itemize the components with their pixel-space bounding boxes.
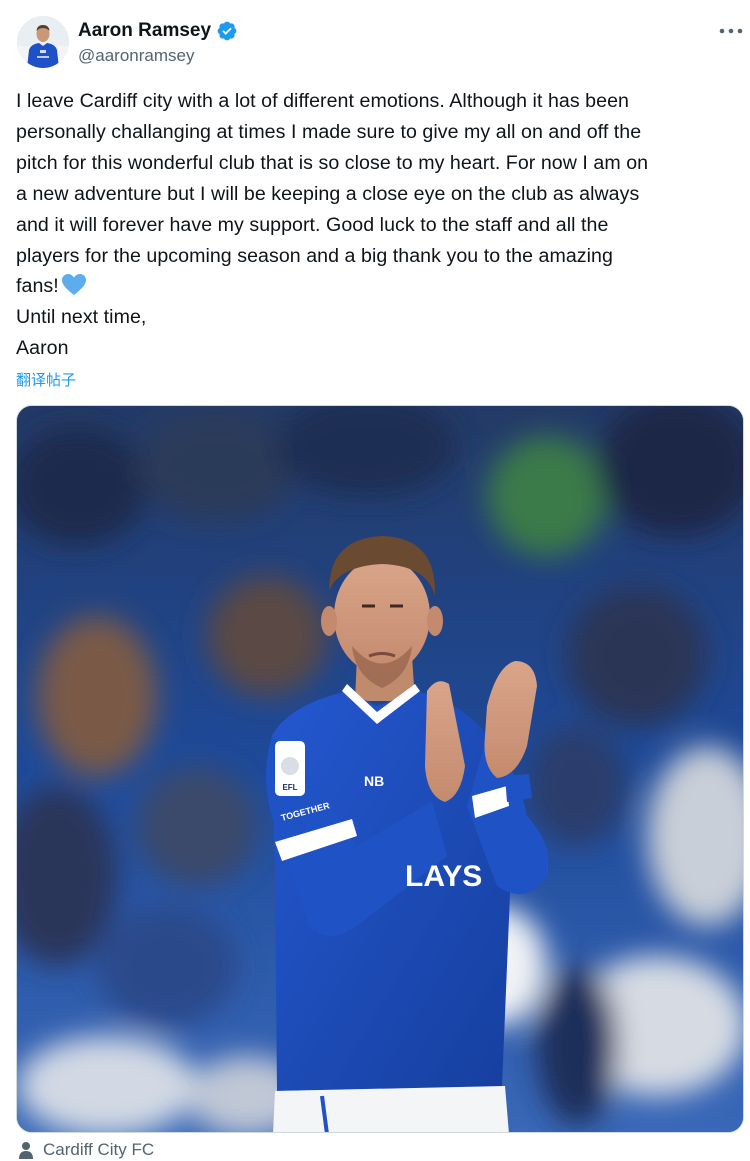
more-options-icon[interactable] [718, 26, 744, 36]
tweet-line: players for the upcoming season and a bi… [16, 244, 613, 267]
location-tag[interactable]: Cardiff City FC [18, 1139, 154, 1161]
tweet-line: fans! [16, 275, 59, 298]
location-person-icon [19, 1142, 33, 1159]
avatar[interactable] [17, 16, 69, 68]
tweet-card: Aaron Ramsey @aaronramsey I leave Cardif… [0, 0, 750, 1161]
tweet-line: I leave Cardiff city with a lot of diffe… [16, 90, 629, 112]
kit-badge-text: EFL [282, 783, 297, 792]
tweet-line: and it will forever have my support. Goo… [16, 213, 609, 236]
tweet-line: pitch for this wonderful club that is so… [16, 151, 649, 174]
player-photo-image: EFL TOGETHER NB LAYS [17, 406, 743, 1132]
tweet-line: Until next time, [16, 306, 147, 329]
author-handle[interactable]: @aaronramsey [78, 46, 194, 66]
tweet-line: a new adventure but I will be keeping a … [16, 182, 640, 205]
kit-brand-logo: NB [364, 773, 384, 789]
kit-sponsor-text: LAYS [405, 860, 482, 893]
blue-heart-emoji [61, 274, 86, 296]
translate-post-link[interactable]: 翻译帖子 [16, 369, 76, 390]
avatar-image [17, 16, 69, 68]
tweet-line: Aaron [16, 337, 69, 360]
tweet-line: personally challanging at times I made s… [16, 120, 642, 143]
tweet-photo[interactable]: EFL TOGETHER NB LAYS [16, 405, 744, 1133]
location-label: Cardiff City FC [43, 1140, 155, 1159]
verified-badge-icon [217, 21, 237, 41]
tweet-text: I leave Cardiff city with a lot of diffe… [16, 86, 736, 364]
author-name[interactable]: Aaron Ramsey [78, 20, 211, 42]
